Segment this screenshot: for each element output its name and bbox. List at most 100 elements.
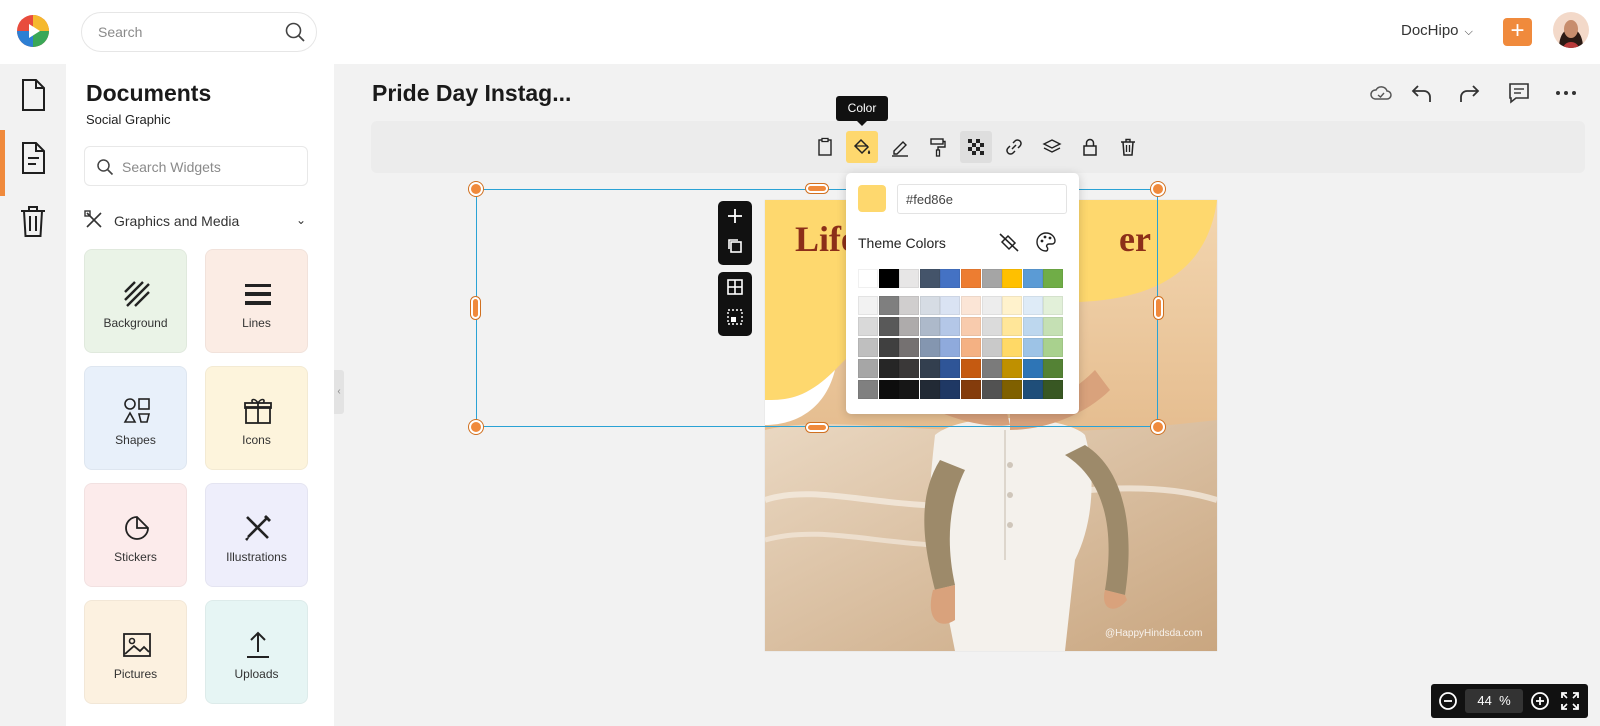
widget-card-stickers[interactable]: Stickers [84, 483, 187, 587]
resize-handle-bottom[interactable] [806, 423, 828, 432]
grid-button[interactable] [718, 272, 752, 302]
format-painter-button[interactable] [922, 131, 954, 163]
cloud-saved-icon[interactable] [1368, 80, 1394, 106]
color-shade-swatch[interactable] [940, 380, 961, 399]
color-swatch[interactable] [1002, 269, 1023, 288]
fill-color-button[interactable] [846, 131, 878, 163]
global-search[interactable]: Search [81, 12, 317, 52]
resize-handle-top-left[interactable] [469, 182, 483, 196]
fullscreen-icon[interactable] [1559, 690, 1581, 712]
color-shade-swatch[interactable] [981, 359, 1002, 378]
template-document-icon[interactable] [18, 141, 48, 175]
collapse-panel-handle[interactable]: ‹ [334, 370, 344, 414]
color-shade-swatch[interactable] [1022, 338, 1043, 357]
color-shade-swatch[interactable] [899, 338, 920, 357]
color-shade-swatch[interactable] [961, 359, 981, 378]
color-shade-swatch[interactable] [1022, 359, 1043, 378]
current-color-swatch[interactable] [858, 185, 886, 212]
color-swatch[interactable] [858, 269, 878, 288]
color-shade-swatch[interactable] [919, 380, 940, 399]
document-title[interactable]: Pride Day Instag... [372, 80, 571, 107]
layers-button[interactable] [1036, 131, 1068, 163]
color-shade-swatch[interactable] [1002, 338, 1023, 357]
color-shade-swatch[interactable] [961, 338, 981, 357]
graphics-media-section-toggle[interactable]: Graphics and Media ⌄ [84, 210, 308, 234]
color-shade-swatch[interactable] [1002, 317, 1023, 336]
widget-card-illustrations[interactable]: Illustrations [205, 483, 308, 587]
add-element-button[interactable] [718, 201, 752, 231]
resize-handle-bottom-left[interactable] [469, 420, 483, 434]
color-shade-swatch[interactable] [878, 338, 899, 357]
color-shade-swatch[interactable] [940, 296, 961, 315]
color-swatch[interactable] [981, 269, 1002, 288]
color-shade-swatch[interactable] [878, 380, 899, 399]
no-fill-icon[interactable] [998, 231, 1020, 253]
color-swatch[interactable] [940, 269, 961, 288]
comment-icon[interactable] [1506, 80, 1532, 106]
widget-card-lines[interactable]: Lines [205, 249, 308, 353]
widget-card-background[interactable]: Background [84, 249, 187, 353]
palette-icon[interactable] [1035, 231, 1057, 253]
color-shade-swatch[interactable] [1002, 359, 1023, 378]
trash-icon[interactable] [18, 204, 48, 238]
paste-button[interactable] [809, 131, 841, 163]
color-shade-swatch[interactable] [961, 317, 981, 336]
color-swatch[interactable] [1043, 269, 1064, 288]
search-icon[interactable] [284, 21, 306, 43]
color-shade-swatch[interactable] [858, 317, 878, 336]
color-shade-swatch[interactable] [981, 338, 1002, 357]
color-shade-swatch[interactable] [858, 380, 878, 399]
color-shade-swatch[interactable] [981, 317, 1002, 336]
color-shade-swatch[interactable] [919, 338, 940, 357]
widget-card-pictures[interactable]: Pictures [84, 600, 187, 704]
color-shade-swatch[interactable] [899, 380, 920, 399]
color-shade-swatch[interactable] [1043, 317, 1064, 336]
link-button[interactable] [998, 131, 1030, 163]
widget-card-icons[interactable]: Icons [205, 366, 308, 470]
widget-card-uploads[interactable]: Uploads [205, 600, 308, 704]
border-color-button[interactable] [884, 131, 916, 163]
color-shade-swatch[interactable] [919, 296, 940, 315]
color-shade-swatch[interactable] [1022, 317, 1043, 336]
resize-handle-right[interactable] [1154, 297, 1163, 319]
color-shade-swatch[interactable] [858, 359, 878, 378]
brand-menu[interactable]: DocHipo ⌵ [1401, 22, 1473, 39]
zoom-level[interactable]: 44 % [1465, 689, 1523, 713]
color-shade-swatch[interactable] [961, 380, 981, 399]
color-shade-swatch[interactable] [858, 338, 878, 357]
redo-icon[interactable] [1456, 80, 1482, 106]
document-icon[interactable] [18, 78, 48, 112]
color-shade-swatch[interactable] [940, 317, 961, 336]
zoom-in-icon[interactable] [1529, 690, 1551, 712]
color-swatch[interactable] [899, 269, 920, 288]
delete-button[interactable] [1112, 131, 1144, 163]
zoom-out-icon[interactable] [1437, 690, 1459, 712]
color-swatch[interactable] [919, 269, 940, 288]
resize-handle-top-right[interactable] [1151, 182, 1165, 196]
color-swatch[interactable] [1022, 269, 1043, 288]
color-shade-swatch[interactable] [1043, 380, 1064, 399]
color-shade-swatch[interactable] [919, 317, 940, 336]
widget-card-shapes[interactable]: Shapes [84, 366, 187, 470]
more-options-icon[interactable] [1553, 80, 1579, 106]
color-shade-swatch[interactable] [981, 296, 1002, 315]
hex-color-input[interactable] [897, 184, 1067, 214]
widget-search-input[interactable]: Search Widgets [84, 146, 308, 186]
color-shade-swatch[interactable] [1043, 338, 1064, 357]
color-shade-swatch[interactable] [940, 359, 961, 378]
color-shade-swatch[interactable] [899, 317, 920, 336]
create-new-button[interactable]: + [1503, 18, 1532, 46]
user-avatar[interactable] [1553, 12, 1589, 48]
color-shade-swatch[interactable] [899, 359, 920, 378]
color-shade-swatch[interactable] [878, 296, 899, 315]
color-shade-swatch[interactable] [981, 380, 1002, 399]
color-shade-swatch[interactable] [1022, 296, 1043, 315]
color-swatch[interactable] [961, 269, 981, 288]
transparency-button[interactable] [960, 131, 992, 163]
resize-handle-top[interactable] [806, 184, 828, 193]
resize-handle-left[interactable] [471, 297, 480, 319]
color-shade-swatch[interactable] [961, 296, 981, 315]
color-shade-swatch[interactable] [1043, 359, 1064, 378]
duplicate-button[interactable] [718, 231, 752, 261]
group-select-button[interactable] [718, 302, 752, 332]
